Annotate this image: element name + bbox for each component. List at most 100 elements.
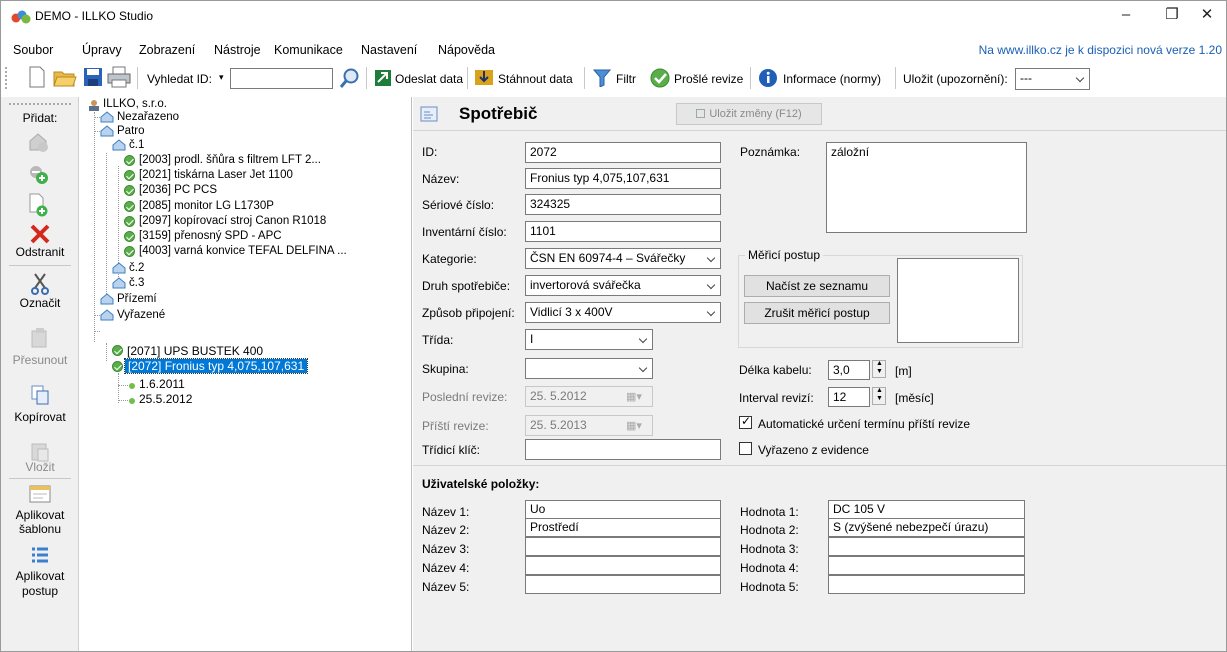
download-data-button[interactable]: Stáhnout data <box>498 72 573 86</box>
delete-button[interactable]: Odstranit <box>1 245 79 259</box>
close-button[interactable]: ✕ <box>1189 1 1225 31</box>
menu-tools[interactable]: Nástroje <box>214 43 261 57</box>
user-value-field[interactable] <box>828 556 1025 575</box>
apply-template-icon[interactable] <box>28 483 52 505</box>
group-select[interactable] <box>525 358 653 379</box>
retired-from-records-checkbox[interactable] <box>739 442 752 455</box>
search-icon[interactable] <box>339 67 361 89</box>
category-select[interactable]: ČSN EN 60974-4 – Svářečky <box>525 248 721 269</box>
download-data-icon[interactable] <box>474 68 494 86</box>
spin-up-icon[interactable]: ▲ <box>876 387 883 394</box>
cancel-procedure-button[interactable]: Zrušit měřicí postup <box>744 302 890 324</box>
tree-item[interactable]: [2003] prodl. šňůra s filtrem LFT 2... <box>139 154 321 166</box>
cut-icon[interactable] <box>30 273 50 295</box>
tree-node-ground-floor[interactable]: Přízemí <box>117 293 157 305</box>
id-field[interactable]: 2072 <box>525 142 721 163</box>
save-icon[interactable] <box>83 67 103 87</box>
procedure-preview-field[interactable] <box>897 258 1019 343</box>
connection-select[interactable]: Vidlicí 3 x 400V <box>525 302 721 323</box>
spin-up-icon[interactable]: ▲ <box>876 360 883 367</box>
info-norms-button[interactable]: Informace (normy) <box>783 72 881 86</box>
tree-item[interactable]: [2071] UPS BUSTEK 400 <box>127 344 263 358</box>
delete-icon[interactable] <box>29 224 51 244</box>
send-data-icon[interactable] <box>374 69 392 87</box>
load-from-list-button[interactable]: Načíst ze seznamu <box>744 275 890 297</box>
calendar-icon[interactable]: ▦▾ <box>626 419 642 432</box>
expired-revisions-icon[interactable] <box>649 67 671 89</box>
paste-button[interactable]: Vložit <box>1 460 79 474</box>
apply-template-label-2[interactable]: šablonu <box>1 522 79 536</box>
tree-item-selected[interactable]: [2072] Fronius typ 4,075,107,631 <box>123 358 309 374</box>
tree-root[interactable]: ILLKO, s.r.o. <box>103 98 167 110</box>
tree-node-c2[interactable]: č.2 <box>129 262 144 274</box>
copy-button[interactable]: Kopírovat <box>1 410 79 424</box>
revision-interval-spinner[interactable]: ▲ ▼ <box>872 387 886 405</box>
filter-button[interactable]: Filtr <box>616 72 636 86</box>
search-id-input[interactable] <box>230 68 333 89</box>
menu-settings[interactable]: Nastavení <box>361 43 417 57</box>
revision-date[interactable]: 25.5.2012 <box>139 392 192 406</box>
paste-icon[interactable] <box>30 440 50 462</box>
tree-node-c1[interactable]: č.1 <box>129 139 144 151</box>
print-icon[interactable] <box>107 66 131 88</box>
update-notice-link[interactable]: Na www.illko.cz je k dispozici nová verz… <box>979 43 1222 57</box>
name-field[interactable]: Fronius typ 4,075,107,631 <box>525 168 721 189</box>
cable-length-field[interactable]: 3,0 <box>828 360 870 380</box>
apply-procedure-label-2[interactable]: postup <box>1 584 79 598</box>
revision-interval-field[interactable]: 12 <box>828 387 870 407</box>
menu-view[interactable]: Zobrazení <box>139 43 195 57</box>
open-folder-icon[interactable] <box>53 67 77 87</box>
user-name-field[interactable] <box>525 575 721 594</box>
user-value-field[interactable] <box>828 537 1025 556</box>
user-value-field[interactable]: S (zvýšené nebezpečí úrazu) <box>828 518 1025 537</box>
calendar-icon[interactable]: ▦▾ <box>626 390 642 403</box>
copy-icon[interactable] <box>30 384 50 406</box>
save-changes-button[interactable]: Uložit změny (F12) <box>676 103 822 125</box>
add-item-icon[interactable] <box>27 163 49 185</box>
sort-key-field[interactable] <box>525 439 721 460</box>
tree-item[interactable]: [2021] tiskárna Laser Jet 1100 <box>139 169 293 181</box>
minimize-button[interactable]: – <box>1103 1 1149 31</box>
menu-edit[interactable]: Úpravy <box>82 43 122 57</box>
tree-item[interactable]: [4003] varná konvice TEFAL DELFINA ... <box>139 245 347 257</box>
tree-item[interactable]: [2036] PC PCS <box>139 184 217 196</box>
send-data-button[interactable]: Odeslat data <box>395 72 463 86</box>
user-name-field[interactable] <box>525 556 721 575</box>
type-select[interactable]: invertorová svářečka <box>525 275 721 296</box>
mark-button[interactable]: Označit <box>1 296 79 310</box>
apply-template-label-1[interactable]: Aplikovat <box>1 508 79 522</box>
tree-node-unassigned[interactable]: Nezařazeno <box>117 111 179 123</box>
new-document-icon[interactable] <box>28 66 46 88</box>
tree-node-floor[interactable]: Patro <box>117 125 145 137</box>
search-id-dropdown-icon[interactable]: ▾ <box>219 72 224 83</box>
serial-field[interactable]: 324325 <box>525 194 721 215</box>
spin-down-icon[interactable]: ▼ <box>876 368 883 375</box>
tree-node-retired[interactable]: Vyřazené <box>117 309 165 321</box>
user-name-field[interactable] <box>525 537 721 556</box>
filter-icon[interactable] <box>593 69 611 87</box>
apply-procedure-label-1[interactable]: Aplikovat <box>1 569 79 583</box>
tree-item[interactable]: [2085] monitor LG L1730P <box>139 200 274 212</box>
add-folder-icon[interactable] <box>27 131 49 153</box>
user-name-field[interactable]: Prostředí <box>525 518 721 537</box>
info-icon[interactable] <box>758 68 778 88</box>
menu-file[interactable]: Soubor <box>13 43 53 57</box>
spin-down-icon[interactable]: ▼ <box>876 395 883 402</box>
cable-length-spinner[interactable]: ▲ ▼ <box>872 360 886 378</box>
save-warning-select[interactable]: --- <box>1015 68 1090 90</box>
add-document-icon[interactable] <box>27 193 49 217</box>
move-button[interactable]: Přesunout <box>1 353 79 367</box>
apply-procedure-icon[interactable] <box>30 546 50 564</box>
device-tree[interactable]: ILLKO, s.r.o. Nezařazeno Patro č.1 [2003… <box>81 97 412 651</box>
user-value-field[interactable] <box>828 575 1025 594</box>
tree-item[interactable]: [2097] kopírovací stroj Canon R1018 <box>139 215 326 227</box>
menu-help[interactable]: Nápověda <box>438 43 495 57</box>
inventory-field[interactable]: 1101 <box>525 221 721 242</box>
tree-node-c3[interactable]: č.3 <box>129 277 144 289</box>
menu-communication[interactable]: Komunikace <box>274 43 343 57</box>
user-name-field[interactable]: Uo <box>525 500 721 519</box>
move-icon[interactable] <box>30 327 50 349</box>
note-field[interactable]: záložní <box>826 142 1027 233</box>
revision-date[interactable]: 1.6.2011 <box>139 377 185 391</box>
user-value-field[interactable]: DC 105 V <box>828 500 1025 519</box>
